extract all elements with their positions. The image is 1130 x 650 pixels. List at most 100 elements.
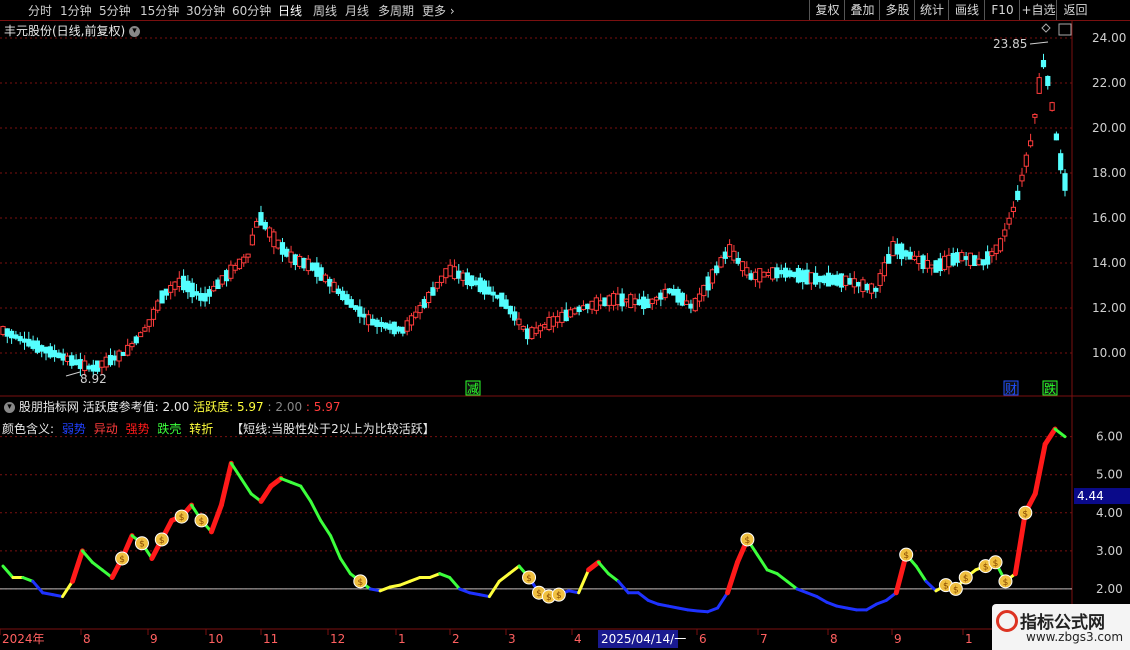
act-label: 活跃度: bbox=[193, 400, 234, 414]
activity-segment bbox=[666, 604, 680, 610]
candle-body bbox=[198, 292, 204, 301]
chevron-down-icon[interactable]: ▾ bbox=[129, 26, 141, 37]
candle-body bbox=[593, 297, 599, 311]
x-tick-3: 10 bbox=[208, 632, 223, 646]
activity-segment bbox=[51, 593, 65, 599]
candle-body bbox=[327, 278, 333, 287]
candle-body bbox=[903, 250, 909, 257]
activity-segment bbox=[815, 595, 829, 604]
candle-body bbox=[834, 274, 840, 286]
candle-body bbox=[778, 270, 784, 275]
candle-body bbox=[413, 311, 419, 318]
x-tick-10: 2025/04/14/一 bbox=[601, 632, 686, 646]
candle-body bbox=[946, 254, 952, 268]
activity-segment bbox=[329, 534, 342, 560]
candle-body bbox=[473, 280, 479, 286]
candle-body bbox=[344, 294, 350, 305]
candle-body bbox=[580, 305, 587, 310]
low-pointer bbox=[65, 371, 81, 377]
x-tick-2: 9 bbox=[150, 632, 158, 646]
activity-segment bbox=[299, 484, 313, 503]
candle-body bbox=[21, 338, 28, 343]
candle-body bbox=[576, 306, 582, 312]
activity-segment bbox=[338, 556, 352, 576]
activity-segment bbox=[258, 483, 274, 504]
x-tick-8: 3 bbox=[508, 632, 516, 646]
ind-y-tick-3: 3.00 bbox=[1096, 544, 1123, 558]
candle-body bbox=[258, 212, 264, 226]
activity-segment bbox=[646, 598, 660, 606]
candle-body bbox=[800, 270, 806, 283]
candle-body bbox=[1032, 113, 1038, 118]
candle-body bbox=[477, 277, 483, 293]
activity-segment bbox=[69, 548, 85, 584]
candle-body bbox=[64, 355, 71, 363]
money-bag-symbol: $ bbox=[546, 593, 552, 603]
candle-body bbox=[942, 255, 948, 270]
candle-body bbox=[456, 270, 462, 279]
candle-body bbox=[391, 321, 397, 335]
candle-body bbox=[567, 309, 574, 318]
activity-segment bbox=[1053, 427, 1067, 439]
activity-segment bbox=[725, 559, 740, 596]
money-bag-icon: $ bbox=[1018, 505, 1033, 520]
candle-body bbox=[116, 350, 122, 362]
activity-segment bbox=[398, 579, 412, 587]
candle-body bbox=[494, 294, 501, 299]
candle-body bbox=[550, 316, 556, 327]
candle-body bbox=[133, 336, 139, 344]
candle-body bbox=[137, 332, 144, 338]
activity-segment bbox=[706, 606, 720, 614]
low-price-label: 8.92 bbox=[80, 372, 107, 386]
candle-body bbox=[722, 251, 728, 259]
candle-body bbox=[211, 285, 217, 292]
activity-line-group bbox=[1, 426, 1067, 614]
money-bag-symbol: $ bbox=[983, 563, 989, 573]
candle-body bbox=[30, 340, 36, 349]
candle-body bbox=[632, 298, 638, 305]
activity-segment bbox=[507, 564, 521, 576]
candle-body bbox=[176, 277, 182, 288]
candle-body bbox=[288, 251, 294, 263]
candle-body bbox=[146, 319, 152, 327]
candle-body bbox=[688, 303, 694, 309]
candle-body bbox=[851, 278, 857, 288]
x-tick-11: 6 bbox=[699, 632, 707, 646]
ind-y-tick-2: 4.00 bbox=[1096, 506, 1123, 520]
current-value-label: 4.44 bbox=[1077, 489, 1104, 503]
candle-body bbox=[86, 365, 92, 370]
indicator-toggle-icon[interactable]: ▾ bbox=[4, 402, 15, 413]
x-tick-0: 2024年 bbox=[2, 632, 45, 646]
candle-body bbox=[395, 326, 402, 332]
candle-body bbox=[619, 293, 625, 307]
candle-body bbox=[426, 292, 432, 304]
event-marker-2: 跌 bbox=[1044, 381, 1056, 396]
candle-body bbox=[60, 353, 66, 361]
candle-body bbox=[34, 340, 40, 353]
candle-body bbox=[292, 254, 298, 266]
activity-segment bbox=[477, 593, 491, 599]
candle-body bbox=[77, 359, 83, 369]
candle-body bbox=[967, 252, 974, 266]
main-y-tick-7: 10.00 bbox=[1092, 346, 1126, 360]
candle-body bbox=[658, 292, 664, 300]
panel-maximize-icon bbox=[1058, 23, 1072, 36]
candle-body bbox=[830, 275, 836, 285]
indicator-name[interactable]: 股朋指标网 bbox=[19, 400, 79, 414]
site-logo-icon bbox=[996, 610, 1018, 632]
activity-segment bbox=[497, 572, 511, 583]
money-bag-symbol: $ bbox=[1003, 578, 1009, 588]
candle-body bbox=[1053, 133, 1060, 141]
activity-segment bbox=[765, 568, 779, 576]
candle-body bbox=[125, 344, 131, 356]
candle-body bbox=[709, 269, 716, 284]
candle-body bbox=[959, 252, 965, 262]
event-marker-0: 减 bbox=[467, 382, 479, 396]
main-y-tick-5: 14.00 bbox=[1092, 256, 1126, 270]
x-tick-4: 11 bbox=[263, 632, 278, 646]
candle-body bbox=[507, 305, 513, 315]
x-tick-14: 9 bbox=[894, 632, 902, 646]
x-tick-9: 4 bbox=[574, 632, 582, 646]
candle-body bbox=[13, 334, 19, 339]
candle-body bbox=[997, 238, 1004, 252]
